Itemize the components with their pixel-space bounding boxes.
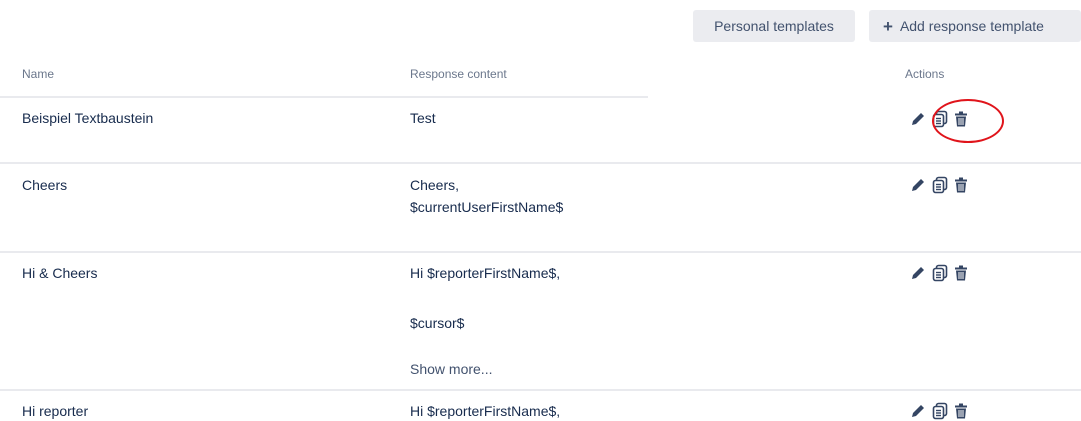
template-content-line: $cursor$ bbox=[410, 315, 465, 331]
add-response-template-label: Add response template bbox=[899, 18, 1044, 34]
trash-icon[interactable] bbox=[954, 265, 968, 281]
add-response-template-button[interactable]: + Add response template bbox=[869, 10, 1081, 42]
row-actions bbox=[910, 176, 968, 194]
trash-icon[interactable] bbox=[954, 403, 968, 419]
show-more-link[interactable]: Show more... bbox=[410, 361, 492, 377]
copy-icon[interactable] bbox=[931, 264, 949, 282]
template-name: Hi & Cheers bbox=[22, 265, 98, 281]
template-content-line: Hi $reporterFirstName$, bbox=[410, 403, 561, 419]
template-content-line: Cheers, bbox=[410, 177, 460, 193]
pencil-icon[interactable] bbox=[910, 265, 926, 281]
row-divider bbox=[0, 162, 1081, 164]
row-actions bbox=[910, 264, 968, 282]
row-actions bbox=[910, 110, 968, 128]
copy-icon[interactable] bbox=[931, 176, 949, 194]
column-header-actions: Actions bbox=[905, 67, 945, 81]
trash-icon[interactable] bbox=[954, 177, 968, 193]
plus-icon: + bbox=[883, 16, 893, 36]
pencil-icon[interactable] bbox=[910, 403, 926, 419]
copy-icon[interactable] bbox=[931, 110, 949, 128]
row-actions bbox=[910, 402, 968, 420]
row-divider bbox=[0, 389, 1081, 391]
copy-icon[interactable] bbox=[931, 402, 949, 420]
column-header-name: Name bbox=[22, 67, 55, 81]
column-header-content: Response content bbox=[410, 67, 507, 81]
row-divider bbox=[0, 251, 1081, 253]
template-content-line: $currentUserFirstName$ bbox=[410, 199, 564, 215]
pencil-icon[interactable] bbox=[910, 177, 926, 193]
personal-templates-label: Personal templates bbox=[714, 18, 834, 34]
template-name: Hi reporter bbox=[22, 403, 89, 419]
template-content-line: Test bbox=[410, 110, 436, 126]
template-name: Cheers bbox=[22, 177, 68, 193]
trash-icon[interactable] bbox=[954, 111, 968, 127]
pencil-icon[interactable] bbox=[910, 111, 926, 127]
personal-templates-button[interactable]: Personal templates bbox=[693, 10, 855, 42]
row-divider bbox=[0, 96, 648, 98]
template-name: Beispiel Textbaustein bbox=[22, 110, 154, 126]
template-content-line: Hi $reporterFirstName$, bbox=[410, 265, 561, 281]
response-templates-page: Personal templates + Add response templa… bbox=[0, 0, 1081, 421]
